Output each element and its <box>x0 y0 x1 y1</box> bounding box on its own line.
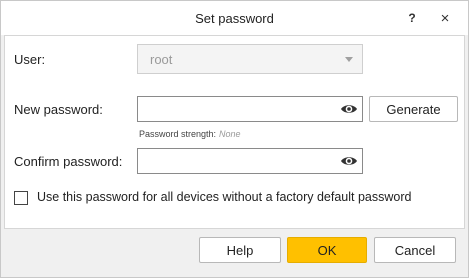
password-strength-value: None <box>219 129 241 139</box>
dialog-title: Set password <box>195 11 274 26</box>
close-icon[interactable]: × <box>433 7 457 29</box>
new-password-field[interactable] <box>137 96 363 122</box>
password-strength: Password strength: None <box>139 129 241 139</box>
use-for-all-devices-checkbox[interactable] <box>14 191 28 205</box>
confirm-password-label: Confirm password: <box>14 154 123 169</box>
confirm-password-field[interactable] <box>137 148 363 174</box>
eye-icon[interactable] <box>340 153 358 169</box>
title-bar: Set password ? × <box>1 1 468 35</box>
user-select-value: root <box>150 52 173 67</box>
help-icon[interactable]: ? <box>400 7 424 29</box>
user-label: User: <box>14 52 46 67</box>
chevron-down-icon <box>345 57 353 62</box>
use-for-all-devices-label: Use this password for all devices withou… <box>37 190 412 204</box>
generate-button[interactable]: Generate <box>369 96 458 122</box>
cancel-button[interactable]: Cancel <box>374 237 456 263</box>
new-password-label: New password: <box>14 102 103 117</box>
confirm-password-input[interactable] <box>138 149 340 173</box>
user-select[interactable]: root <box>137 44 363 74</box>
password-strength-label: Password strength: <box>139 129 217 139</box>
eye-icon[interactable] <box>340 101 358 117</box>
form-panel: User: root New password: Generate Passwo… <box>4 35 465 229</box>
set-password-dialog: Set password ? × User: root New password… <box>0 0 469 278</box>
ok-button[interactable]: OK <box>287 237 367 263</box>
new-password-input[interactable] <box>138 97 340 121</box>
help-button[interactable]: Help <box>199 237 281 263</box>
